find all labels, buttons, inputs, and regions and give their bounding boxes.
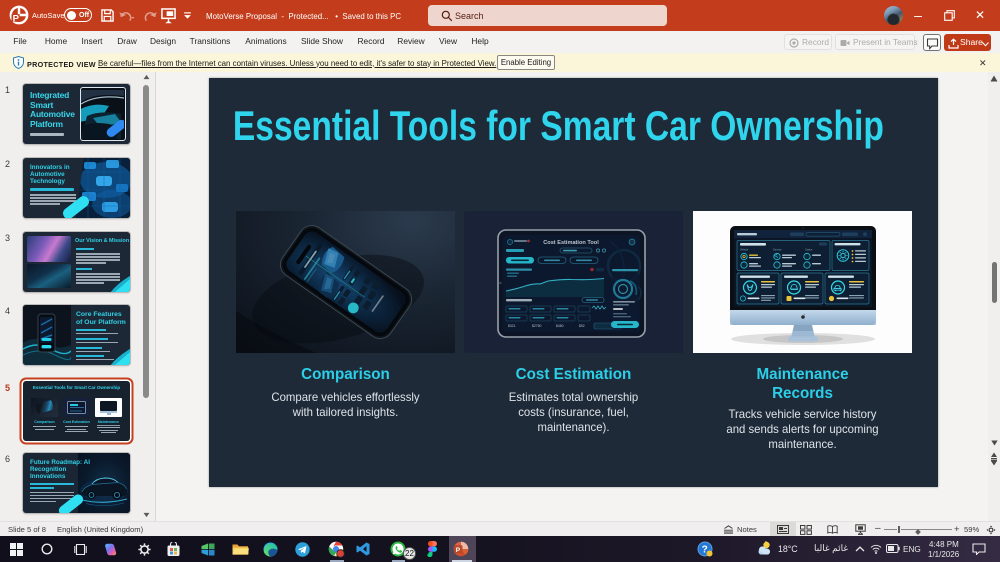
svg-text:Service: Service: [773, 248, 782, 252]
svg-text:Vehicle: Vehicle: [740, 248, 749, 252]
svg-text:P: P: [456, 547, 461, 554]
svg-text:Status: Status: [805, 248, 813, 252]
svg-text:P: P: [13, 13, 20, 24]
